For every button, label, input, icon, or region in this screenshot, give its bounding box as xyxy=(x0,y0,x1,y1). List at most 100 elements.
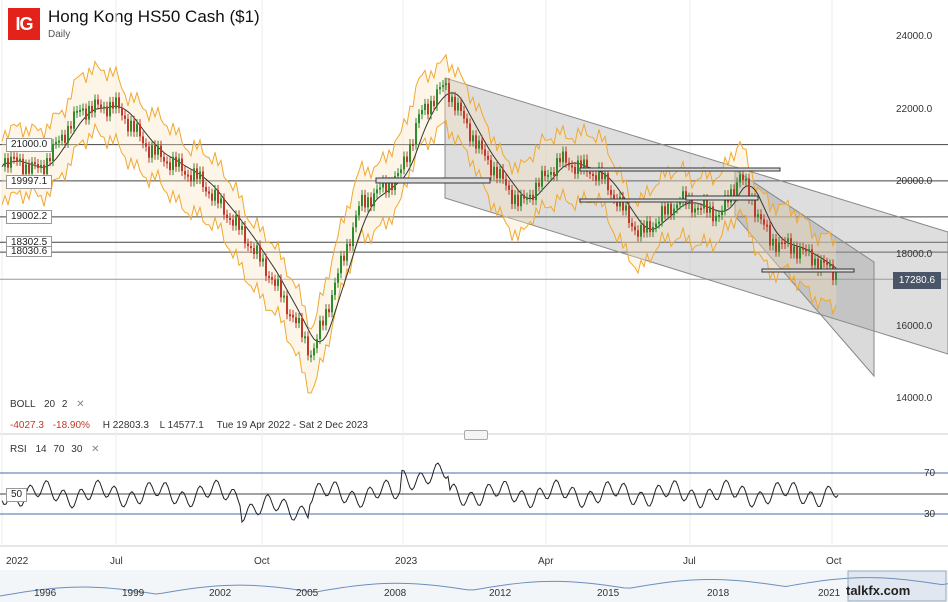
candle-body xyxy=(241,226,243,230)
boll-legend[interactable]: BOLL 20 2 ✕ xyxy=(10,399,85,410)
candle-body xyxy=(469,123,471,142)
candle-body xyxy=(787,238,789,243)
candle-body xyxy=(556,158,558,176)
price-tick: 16000.0 xyxy=(896,321,933,332)
candle-body xyxy=(412,144,414,147)
candle-body xyxy=(736,182,738,197)
candle-body xyxy=(721,210,723,216)
time-tick: Oct xyxy=(826,556,842,567)
candle-body xyxy=(574,166,576,174)
candle-body xyxy=(256,245,258,255)
candle-body xyxy=(313,348,315,356)
candle-body xyxy=(757,214,759,218)
candle-body xyxy=(319,320,321,340)
candle-body xyxy=(448,83,450,103)
candle-body xyxy=(643,225,645,233)
time-tick: Jul xyxy=(110,556,123,567)
candle-body xyxy=(406,156,408,163)
candle-body xyxy=(496,166,498,179)
candle-body xyxy=(232,219,234,226)
candle-body xyxy=(196,168,198,180)
candle-body xyxy=(361,194,363,207)
candle-body xyxy=(823,260,825,263)
candle-body xyxy=(55,141,57,144)
pane-resize-handle[interactable] xyxy=(464,430,488,440)
candle-body xyxy=(388,182,390,193)
candle-body xyxy=(433,100,435,106)
candle-body xyxy=(754,198,756,218)
candle-body xyxy=(16,157,18,161)
rsi-line xyxy=(1,462,839,524)
candle-body xyxy=(814,258,816,266)
candle-body xyxy=(358,206,360,216)
change-percent: -18.90% xyxy=(52,420,90,431)
candle-body xyxy=(277,279,279,286)
candle-body xyxy=(25,164,27,175)
candle-body xyxy=(778,241,780,252)
candle-body xyxy=(292,314,294,318)
rsi-legend[interactable]: RSI 14 70 30 ✕ xyxy=(10,444,100,455)
candle-body xyxy=(82,108,84,111)
candle-body xyxy=(22,158,24,175)
candle-body xyxy=(295,317,297,324)
price-tick: 18000.0 xyxy=(896,249,933,260)
candle-body xyxy=(304,336,306,339)
navigator-year: 2021 xyxy=(818,588,841,599)
candle-body xyxy=(460,102,462,111)
boll-dev: 2 xyxy=(61,399,68,410)
candle-body xyxy=(781,241,783,244)
level-label-19002[interactable]: 19002.2 xyxy=(6,210,53,224)
candle-body xyxy=(100,104,102,108)
rsi-tick: 30 xyxy=(924,509,936,520)
candle-body xyxy=(253,248,255,255)
candle-body xyxy=(298,317,300,324)
candle-body xyxy=(166,161,168,164)
candle-body xyxy=(181,158,183,172)
candle-body xyxy=(637,230,639,237)
candle-body xyxy=(676,204,678,209)
candle-body xyxy=(331,295,333,313)
time-tick: Apr xyxy=(538,556,554,567)
candle-body xyxy=(490,159,492,176)
candle-body xyxy=(607,173,609,191)
candle-body xyxy=(655,223,657,228)
level-label-19997[interactable]: 19997.1 xyxy=(6,175,53,189)
price-tick: 22000.0 xyxy=(896,104,933,115)
candle-body xyxy=(790,238,792,254)
navigator-year: 2015 xyxy=(597,588,620,599)
candle-body xyxy=(340,255,342,274)
candle-body xyxy=(421,110,423,115)
candle-body xyxy=(265,258,267,277)
level-label-18030[interactable]: 18030.6 xyxy=(6,246,53,257)
candle-body xyxy=(160,145,162,158)
date-range: Tue 19 Apr 2022 - Sat 2 Dec 2023 xyxy=(216,420,368,431)
candle-body xyxy=(112,101,114,109)
close-icon[interactable]: ✕ xyxy=(76,399,84,410)
candle-body xyxy=(478,140,480,149)
candle-body xyxy=(493,166,495,176)
candle-body xyxy=(91,105,93,113)
candle-body xyxy=(499,169,501,179)
candle-body xyxy=(268,276,270,279)
candle-body xyxy=(115,97,117,109)
candle-body xyxy=(508,185,510,190)
candle-body xyxy=(466,118,468,124)
candle-body xyxy=(415,123,417,145)
candle-body xyxy=(805,249,807,252)
candle-body xyxy=(559,158,561,163)
price-chart[interactable] xyxy=(0,0,948,602)
candle-body xyxy=(697,207,699,210)
candle-body xyxy=(118,97,120,109)
candle-body xyxy=(286,295,288,315)
candle-body xyxy=(511,189,513,205)
candle-body xyxy=(514,194,516,205)
candle-body xyxy=(46,158,48,175)
level-label-21000[interactable]: 21000.0 xyxy=(6,138,53,152)
candle-body xyxy=(31,162,33,174)
candle-body xyxy=(202,171,204,188)
candle-body xyxy=(73,111,75,129)
candle-body xyxy=(835,272,837,281)
close-icon[interactable]: ✕ xyxy=(91,444,99,455)
candle-body xyxy=(43,164,45,175)
candle-body xyxy=(451,96,453,103)
